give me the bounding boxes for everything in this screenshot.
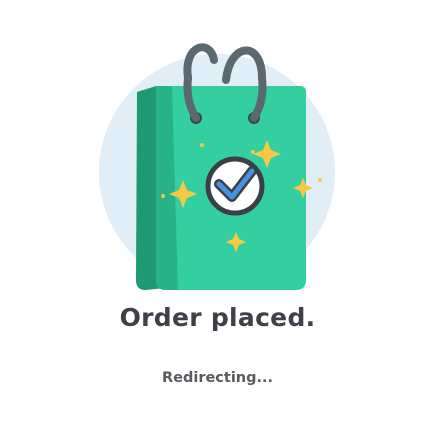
order-confirmation-screen: Order placed. Redirecting... xyxy=(0,0,435,433)
page-title: Order placed. xyxy=(119,303,316,332)
order-placed-illustration xyxy=(99,43,335,290)
redirect-status-text: Redirecting... xyxy=(161,370,274,386)
checkmark-icon xyxy=(205,156,265,216)
